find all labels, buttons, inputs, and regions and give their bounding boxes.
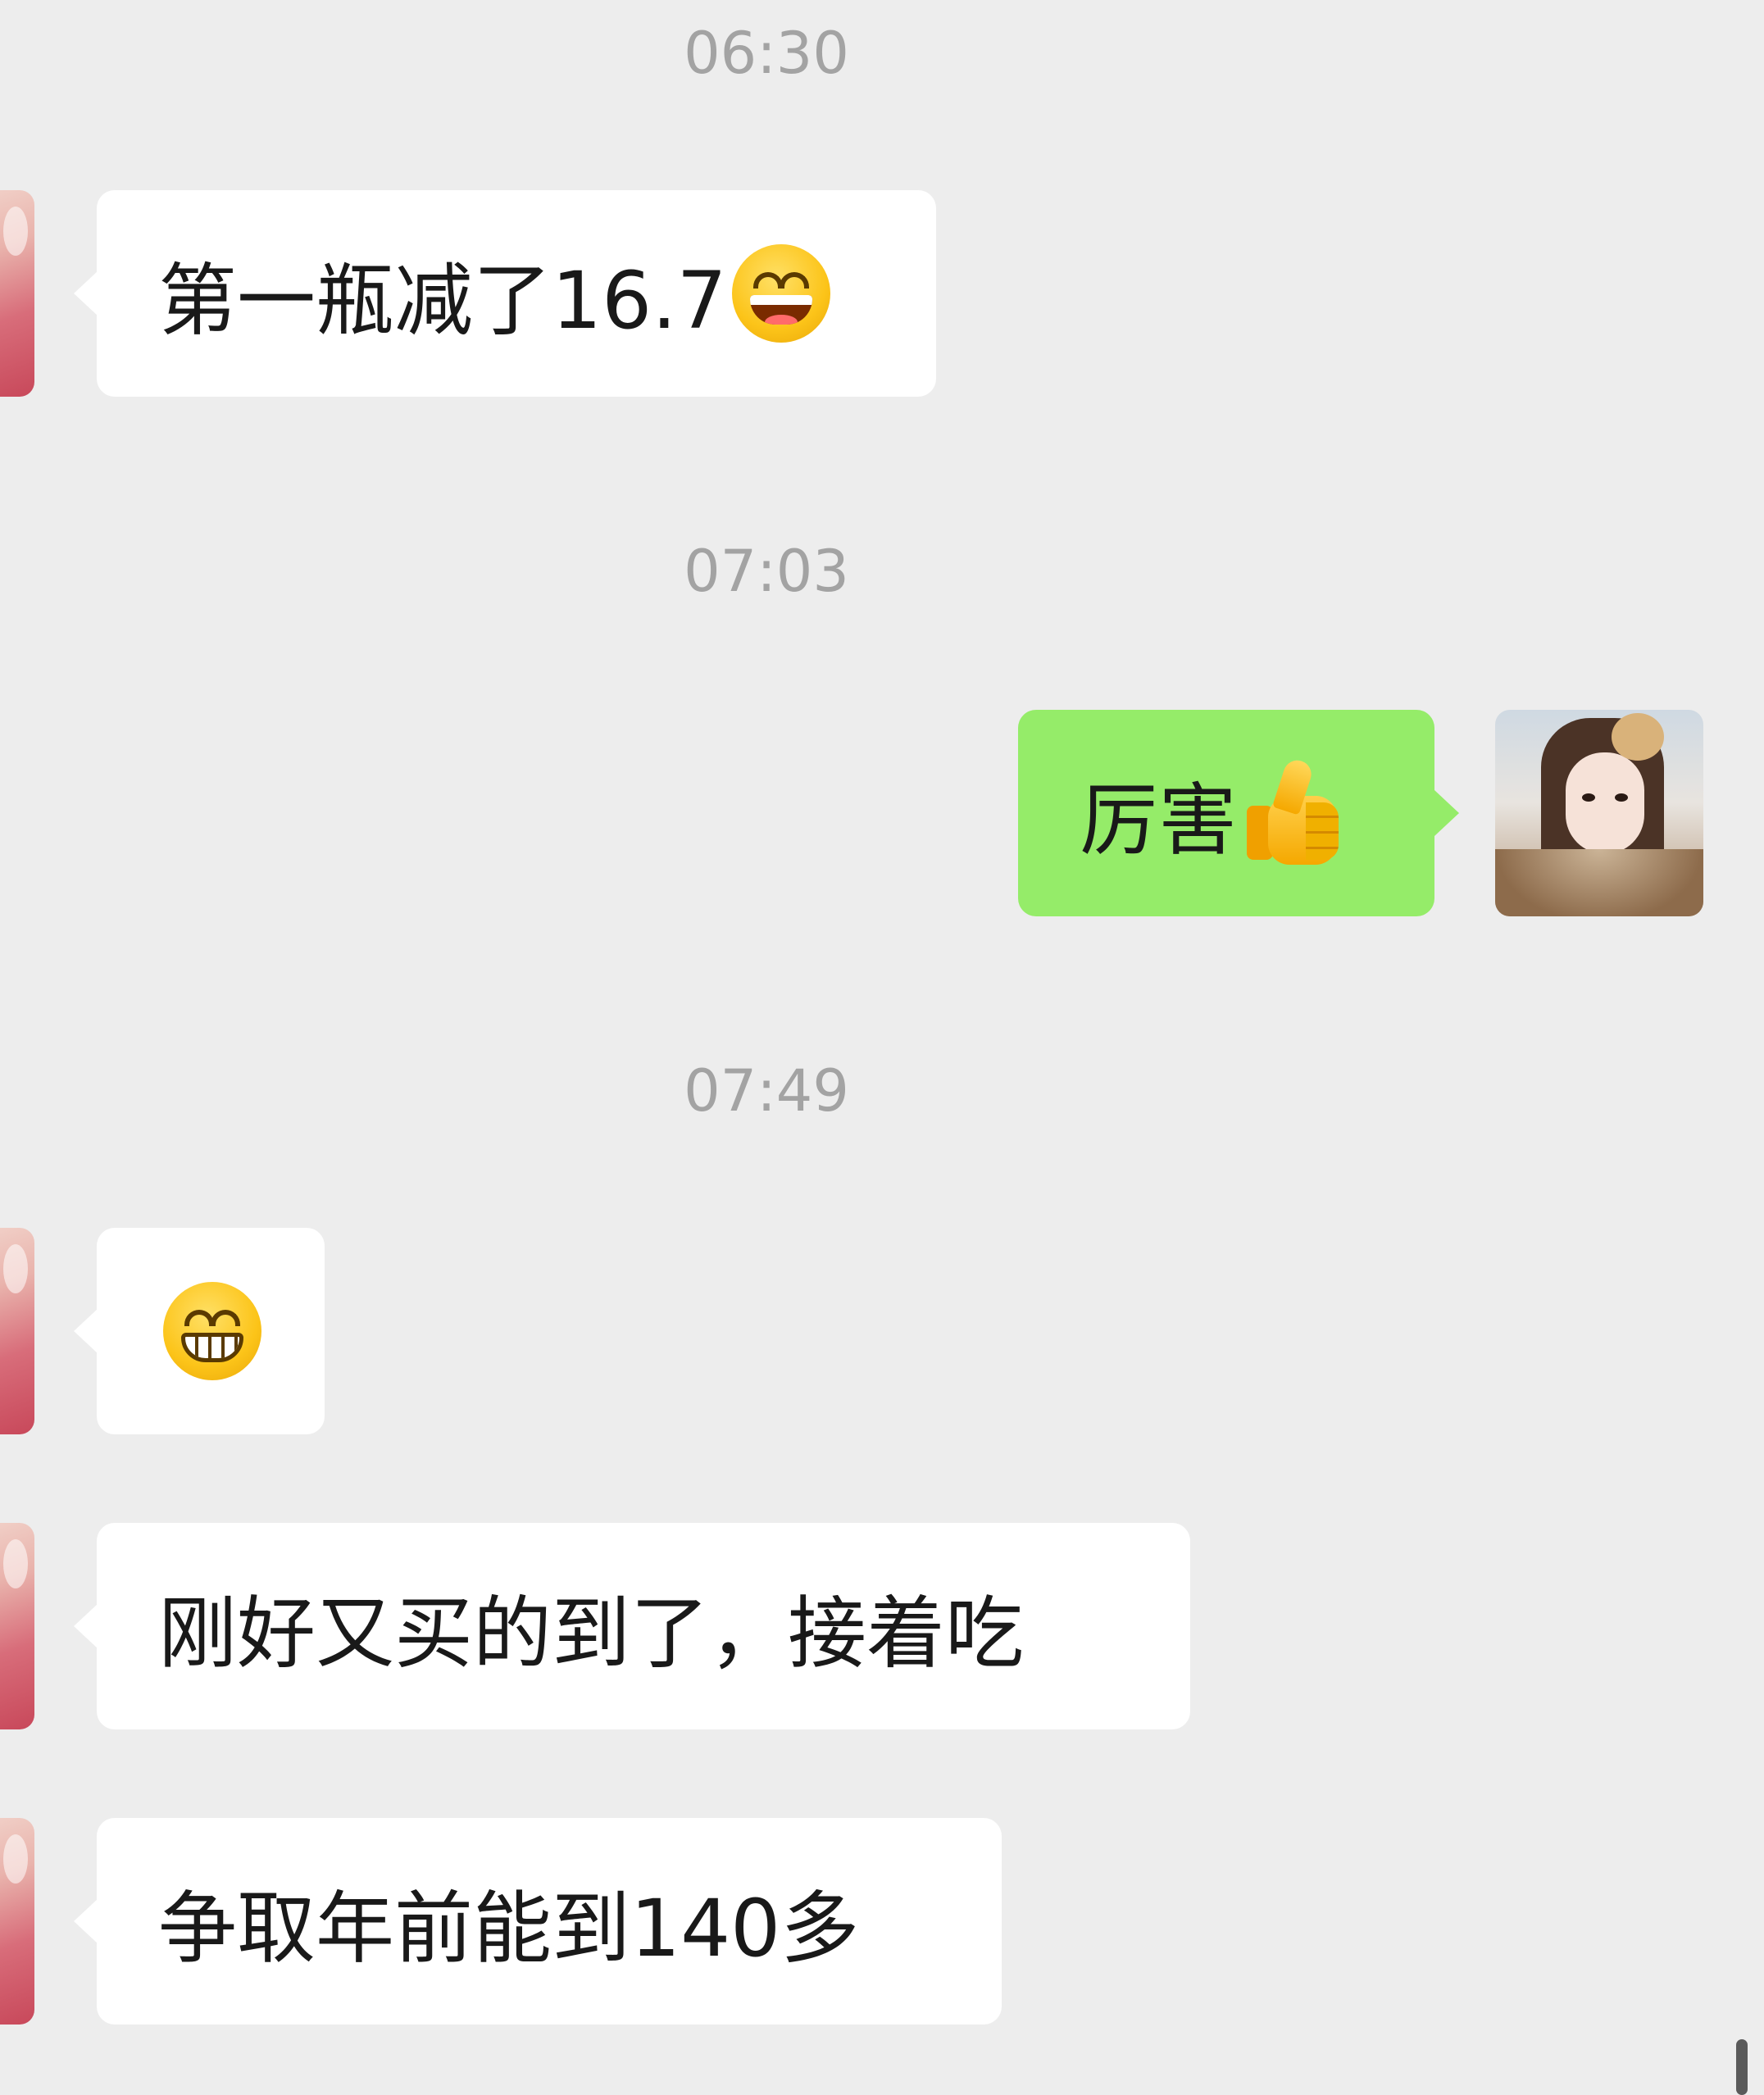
contact-avatar[interactable] xyxy=(0,190,34,397)
smile-emoji-icon xyxy=(731,244,830,343)
contact-avatar[interactable] xyxy=(0,1818,34,2025)
message-text: 争取年前能到140多 xyxy=(158,1882,860,1975)
message-bubble[interactable]: 厉害 xyxy=(1018,710,1459,916)
my-avatar[interactable] xyxy=(1495,710,1703,916)
timestamp: 07:03 xyxy=(684,538,849,605)
timestamp: 06:30 xyxy=(684,20,849,87)
grin-emoji-icon xyxy=(163,1282,261,1380)
message-text: 第一瓶减了16.7 xyxy=(158,254,727,347)
message-text: 厉害 xyxy=(1080,774,1237,866)
message-bubble[interactable]: 刚好又买的到了，接着吃 xyxy=(74,1523,1190,1729)
timestamp: 07:49 xyxy=(684,1057,849,1125)
scrollbar-thumb[interactable] xyxy=(1736,2039,1748,2095)
contact-avatar[interactable] xyxy=(0,1523,34,1729)
message-bubble[interactable] xyxy=(74,1228,325,1434)
message-text: 刚好又买的到了，接着吃 xyxy=(158,1587,1024,1679)
thumbs-up-emoji-icon xyxy=(1243,757,1342,866)
message-bubble[interactable]: 争取年前能到140多 xyxy=(74,1818,1002,2025)
contact-avatar[interactable] xyxy=(0,1228,34,1434)
message-bubble[interactable]: 第一瓶减了16.7 xyxy=(74,190,936,397)
